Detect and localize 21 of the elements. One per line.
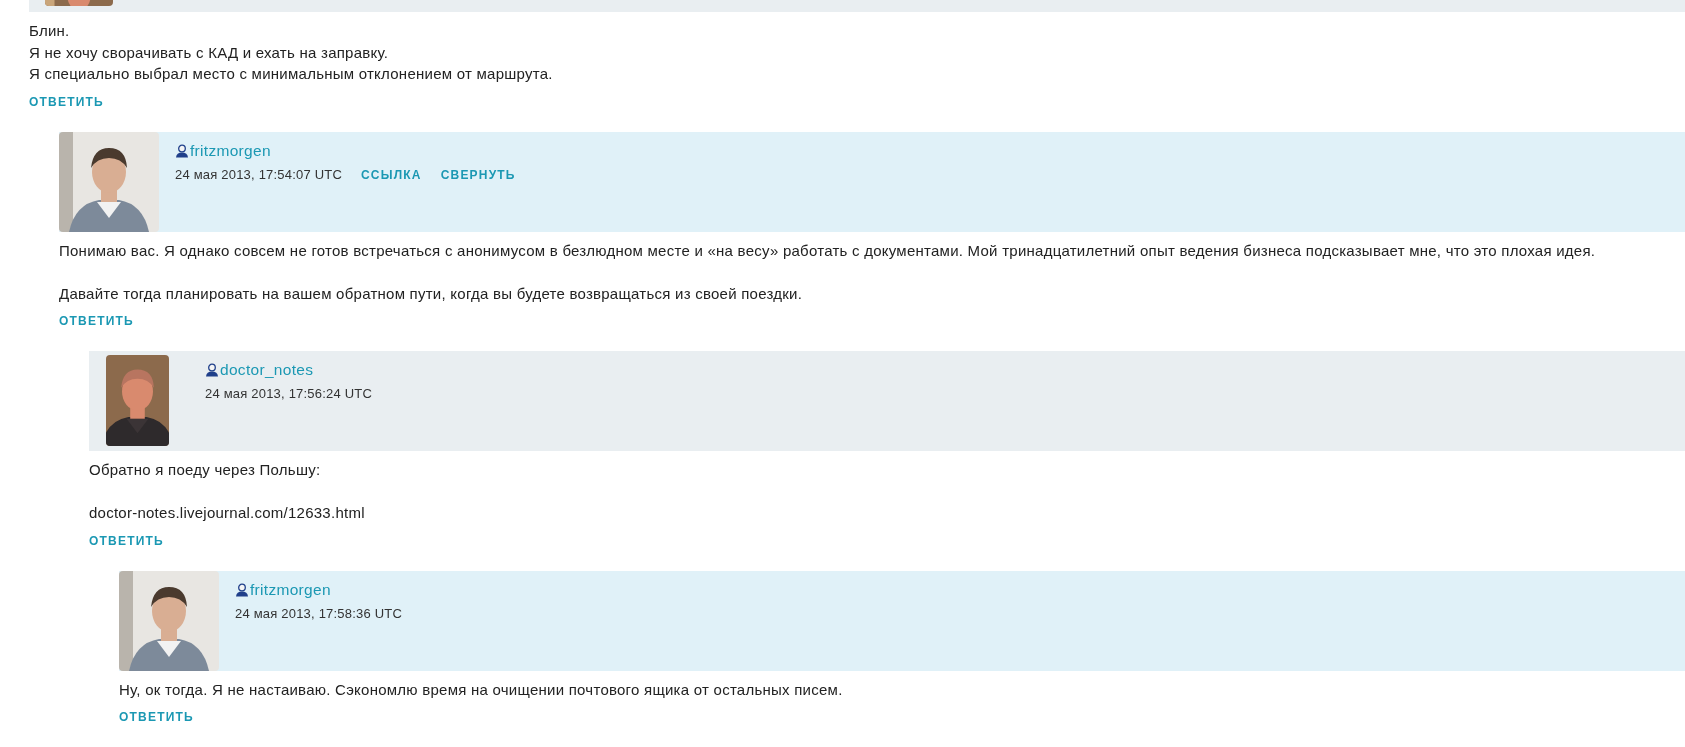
comment-text: Блин. Я не хочу сворачивать с КАД и ехать на заправку. Я специально выбрал место с минимальным отклонением от маршрута. [29, 21, 554, 84]
comment-action-link[interactable]: ССЫЛКА [360, 165, 422, 184]
reply-link[interactable]: ОТВЕТИТЬ [89, 531, 164, 550]
user-icon [175, 143, 189, 158]
reply-link[interactable]: ОТВЕТИТЬ [29, 92, 104, 111]
reply-link[interactable]: ОТВЕТИТЬ [119, 708, 194, 726]
comment-date: 24 мая 2013, 17:54:07 UTC [175, 165, 342, 184]
user-icon [205, 363, 219, 377]
comment-text: Ну, ок тогда. Я не настаиваю. Сэкономлю время на очищении почтового ящика от остальных писем. [119, 679, 844, 700]
user-icon [235, 582, 249, 597]
comment-text: Обратно я поеду через Польшу: [89, 460, 322, 480]
comment-action-link[interactable]: СВЕРНУТЬ [440, 165, 516, 184]
username-link[interactable]: doctor_notes [220, 362, 314, 378]
username-link[interactable]: fritzmorgen [250, 581, 331, 598]
comment-date: 24 мая 2013, 17:58:36 UTC [235, 604, 402, 623]
username-link[interactable]: fritzmorgen [190, 142, 271, 159]
comment-text: Давайте тогда планировать на вашем обратном пути, когда вы будете возвращаться из своей поездки. [59, 283, 804, 304]
reply-link[interactable]: ОТВЕТИТЬ [59, 312, 134, 330]
comment-date: 24 мая 2013, 17:56:24 UTC [205, 385, 372, 404]
comment-text: doctor-notes.livejournal.com/12633.html [89, 503, 366, 523]
comment-text: Понимаю вас. Я однако совсем не готов встречаться с анонимусом в безлюдном месте и «на весу» работать с документами. Мой тринадцатилетний опыт ведения бизнеса подсказывает мне, что это плохая идея. [59, 240, 1597, 261]
